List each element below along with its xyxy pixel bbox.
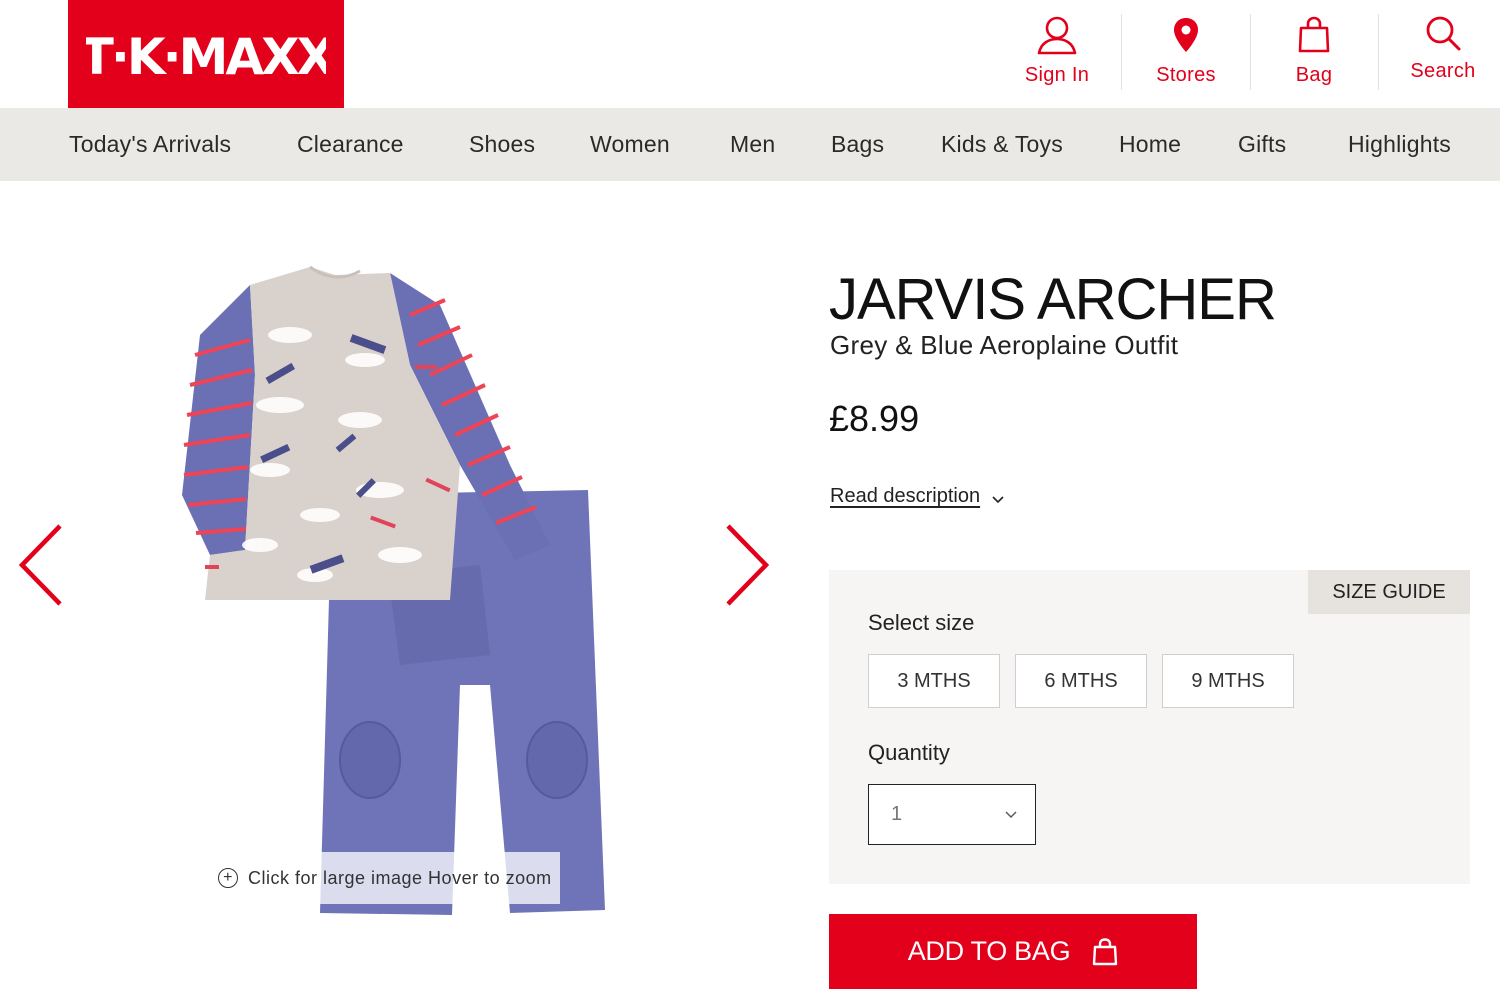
- site-header: T·K·MAXX Sign In Stores Bag Search: [0, 0, 1500, 116]
- read-description-link[interactable]: Read description: [830, 485, 1004, 508]
- header-divider: [1250, 14, 1251, 90]
- location-pin-icon: [1172, 14, 1200, 56]
- chevron-down-icon: [1005, 808, 1017, 822]
- add-to-bag-label: ADD TO BAG: [907, 936, 1071, 966]
- gallery-next-button[interactable]: [722, 522, 774, 613]
- zoom-plus-icon: +: [218, 868, 238, 888]
- search-label: Search: [1410, 60, 1476, 82]
- bag-link[interactable]: Bag: [1276, 14, 1352, 92]
- size-option-6-mths[interactable]: 6 MTHS: [1015, 654, 1147, 708]
- nav-item-clearance[interactable]: Clearance: [297, 108, 404, 181]
- user-icon: [1036, 14, 1078, 56]
- chevron-right-icon: [726, 524, 770, 606]
- nav-item-shoes[interactable]: Shoes: [469, 108, 535, 181]
- search-icon: [1424, 12, 1462, 54]
- zoom-hint[interactable]: + Click for large image Hover to zoom: [210, 852, 560, 904]
- read-description-label: Read description: [830, 485, 981, 507]
- search-link[interactable]: Search: [1398, 12, 1488, 90]
- nav-item-gifts[interactable]: Gifts: [1238, 108, 1286, 181]
- size-option-9-mths[interactable]: 9 MTHS: [1162, 654, 1294, 708]
- svg-text:T·K·MAXX: T·K·MAXX: [86, 28, 326, 86]
- select-size-label: Select size: [868, 610, 975, 635]
- size-selection-panel: SIZE GUIDE Select size 3 MTHS 6 MTHS 9 M…: [829, 570, 1470, 884]
- product-price: £8.99: [829, 398, 920, 439]
- sign-in-link[interactable]: Sign In: [1008, 14, 1106, 92]
- nav-item-kids-toys[interactable]: Kids & Toys: [941, 108, 1063, 181]
- bag-label: Bag: [1295, 64, 1333, 86]
- gallery-prev-button[interactable]: [14, 522, 66, 613]
- product-image[interactable]: [160, 255, 640, 925]
- nav-item-home[interactable]: Home: [1119, 108, 1181, 181]
- product-name: Grey & Blue Aeroplaine Outfit: [830, 330, 1179, 360]
- size-option-3-mths[interactable]: 3 MTHS: [868, 654, 1000, 708]
- product-brand: JARVIS ARCHER: [829, 267, 1277, 332]
- quantity-label: Quantity: [868, 740, 950, 765]
- add-to-bag-button[interactable]: ADD TO BAG: [829, 914, 1197, 989]
- chevron-left-icon: [18, 524, 62, 606]
- nav-item-women[interactable]: Women: [590, 108, 670, 181]
- main-nav: Today's Arrivals Clearance Shoes Women M…: [0, 108, 1500, 181]
- sign-in-label: Sign In: [1024, 64, 1090, 86]
- chevron-down-icon: [992, 491, 1004, 507]
- size-guide-button[interactable]: SIZE GUIDE: [1308, 570, 1470, 614]
- nav-item-highlights[interactable]: Highlights: [1348, 108, 1451, 181]
- nav-item-men[interactable]: Men: [730, 108, 775, 181]
- header-divider: [1121, 14, 1122, 90]
- header-divider: [1378, 14, 1379, 90]
- quantity-select[interactable]: 1: [868, 784, 1036, 845]
- quantity-value: 1: [891, 803, 903, 825]
- stores-link[interactable]: Stores: [1140, 14, 1232, 92]
- nav-item-bags[interactable]: Bags: [831, 108, 884, 181]
- shopping-bag-icon: [1092, 937, 1118, 966]
- logo-wordmark: T·K·MAXX: [86, 28, 326, 86]
- stores-label: Stores: [1156, 64, 1216, 86]
- zoom-hint-text: Click for large image Hover to zoom: [248, 867, 552, 888]
- nav-item-todays-arrivals[interactable]: Today's Arrivals: [69, 108, 231, 181]
- tkmaxx-logo[interactable]: T·K·MAXX: [68, 0, 344, 116]
- shopping-bag-icon: [1297, 14, 1331, 56]
